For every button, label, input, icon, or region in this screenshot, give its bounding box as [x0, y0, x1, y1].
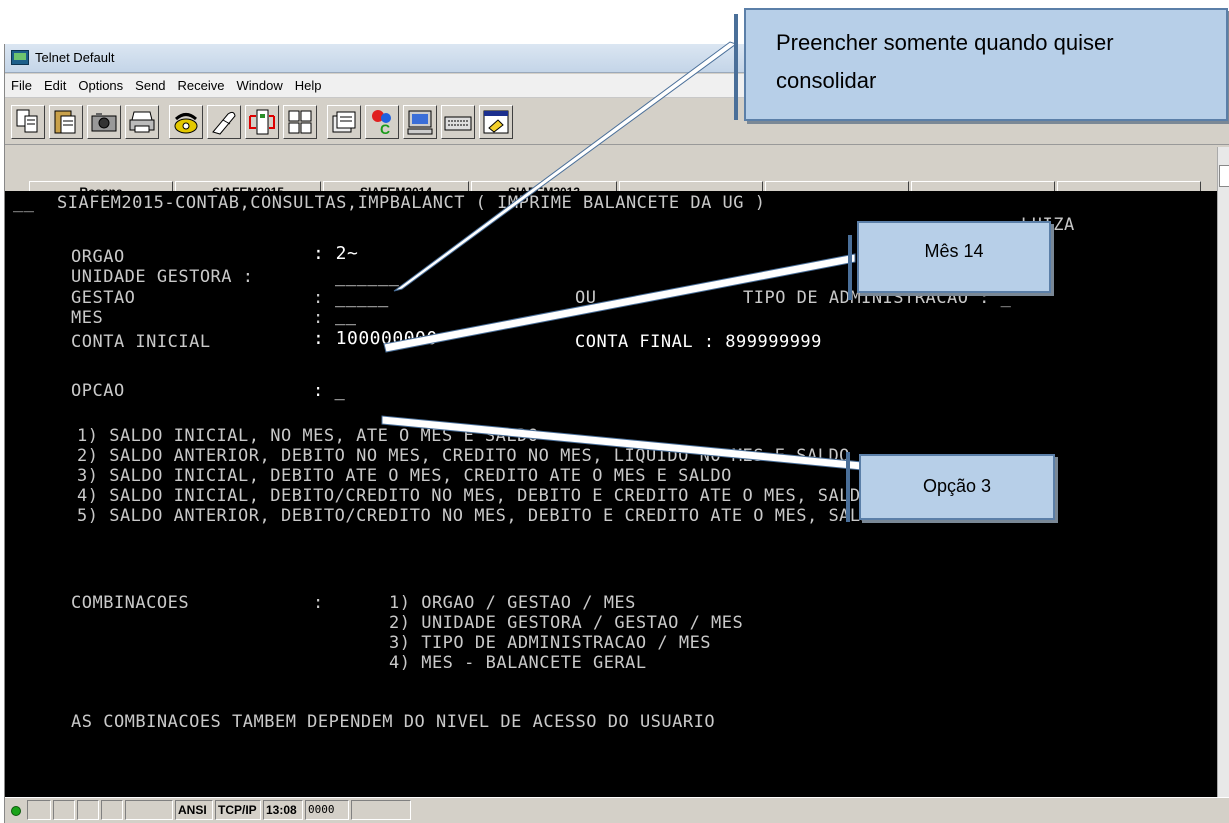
opcao-label: OPCAO [71, 381, 125, 401]
color-icon[interactable]: C [365, 105, 399, 139]
callout-opcao: Opção 3 [859, 454, 1055, 520]
gestao-colon: : [313, 288, 324, 308]
conta-inicial-label: CONTA INICIAL [71, 332, 211, 352]
combinacao-4: 4) MES - BALANCETE GERAL [389, 653, 647, 673]
paste-icon[interactable] [49, 105, 83, 139]
terminal-cursor-underline: __ [13, 193, 35, 213]
menu-receive[interactable]: Receive [172, 74, 231, 97]
print-icon[interactable] [125, 105, 159, 139]
menu-send[interactable]: Send [129, 74, 171, 97]
screen-header: SIAFEM2015-CONTAB,CONSULTAS,IMPBALANCT (… [57, 193, 766, 213]
option-1: 1) SALDO INICIAL, NO MES, ATE O MES E SA… [77, 426, 539, 446]
callout-consolidar-text: Preencher somente quando quiser consolid… [776, 30, 1114, 93]
ou-label: OU [575, 288, 597, 308]
mes-field[interactable]: __ [335, 306, 356, 326]
macro-icon[interactable] [479, 105, 513, 139]
gestao-label: GESTAO [71, 288, 136, 308]
option-4: 4) SALDO INICIAL, DEBITO/CREDITO NO MES,… [77, 486, 872, 506]
counter: 0000 [305, 800, 349, 820]
protocol: TCP/IP [215, 800, 261, 820]
conta-inicial-field[interactable]: : 100000000 [313, 328, 438, 349]
files-icon[interactable] [327, 105, 361, 139]
telnet-app-icon [11, 50, 29, 65]
menu-window[interactable]: Window [231, 74, 289, 97]
menu-help[interactable]: Help [289, 74, 328, 97]
window-title: Telnet Default [35, 50, 115, 65]
opcao-field[interactable]: : _ [313, 381, 345, 401]
combinacao-2: 2) UNIDADE GESTORA / GESTAO / MES [389, 613, 744, 633]
status-cell-3 [77, 800, 99, 820]
session-tabs: Rosana SIAFEM2015 SIAFEM2014 SIAFEM2013 [5, 147, 1217, 203]
monitor-icon[interactable] [403, 105, 437, 139]
keyboard-icon[interactable] [441, 105, 475, 139]
callout-consolidar: Preencher somente quando quiser consolid… [744, 8, 1228, 121]
orgao-field[interactable]: : 2~ [313, 243, 358, 264]
clock: 13:08 [263, 800, 303, 820]
phone-icon[interactable] [169, 105, 203, 139]
status-cell-6 [351, 800, 411, 820]
settings-icon[interactable] [283, 105, 317, 139]
status-cell-4 [101, 800, 123, 820]
status-cell-2 [53, 800, 75, 820]
gestao-field[interactable]: _____ [335, 288, 389, 308]
combinacoes-label: COMBINACOES [71, 593, 190, 613]
scrollbar-thumb[interactable] [1219, 165, 1229, 187]
menu-edit[interactable]: Edit [38, 74, 72, 97]
menu-options[interactable]: Options [72, 74, 129, 97]
unidade-gestora-field[interactable]: ______ [335, 267, 399, 287]
callout-mes-text: Mês 14 [924, 241, 984, 261]
orgao-label: ORGAO [71, 247, 125, 267]
option-2: 2) SALDO ANTERIOR, DEBITO NO MES, CREDIT… [77, 446, 850, 466]
svg-text:C: C [380, 121, 390, 137]
mes-label: MES [71, 308, 104, 328]
disconnect-icon[interactable] [207, 105, 241, 139]
copy-icon[interactable] [11, 105, 45, 139]
conta-final-field[interactable]: CONTA FINAL : 899999999 [575, 332, 822, 352]
acesso-note: AS COMBINACOES TAMBEM DEPENDEM DO NIVEL … [71, 712, 716, 732]
combinacoes-colon: : [313, 593, 324, 613]
vertical-scrollbar[interactable] [1217, 147, 1229, 797]
status-bar: ANSI TCP/IP 13:08 0000 [5, 797, 1229, 823]
combinacao-1: 1) ORGAO / GESTAO / MES [389, 593, 636, 613]
terminal-mode: ANSI [175, 800, 213, 820]
callout-opcao-text: Opção 3 [922, 476, 992, 496]
callout-mes: Mês 14 [857, 221, 1051, 293]
option-3: 3) SALDO INICIAL, DEBITO ATE O MES, CRED… [77, 466, 732, 486]
telnet-window: Telnet Default File Edit Options Send Receiv… [4, 44, 1229, 823]
combinacao-3: 3) TIPO DE ADMINISTRACAO / MES [389, 633, 712, 653]
camera-icon[interactable] [87, 105, 121, 139]
mes-colon: : [313, 308, 324, 328]
menu-file[interactable]: File [5, 74, 38, 97]
status-cell-1 [27, 800, 51, 820]
transfer-icon[interactable] [245, 105, 279, 139]
status-cell-5 [125, 800, 173, 820]
connection-status-icon [11, 806, 21, 816]
unidade-gestora-label: UNIDADE GESTORA : [71, 267, 254, 287]
option-5: 5) SALDO ANTERIOR, DEBITO/CREDITO NO MES… [77, 506, 883, 526]
